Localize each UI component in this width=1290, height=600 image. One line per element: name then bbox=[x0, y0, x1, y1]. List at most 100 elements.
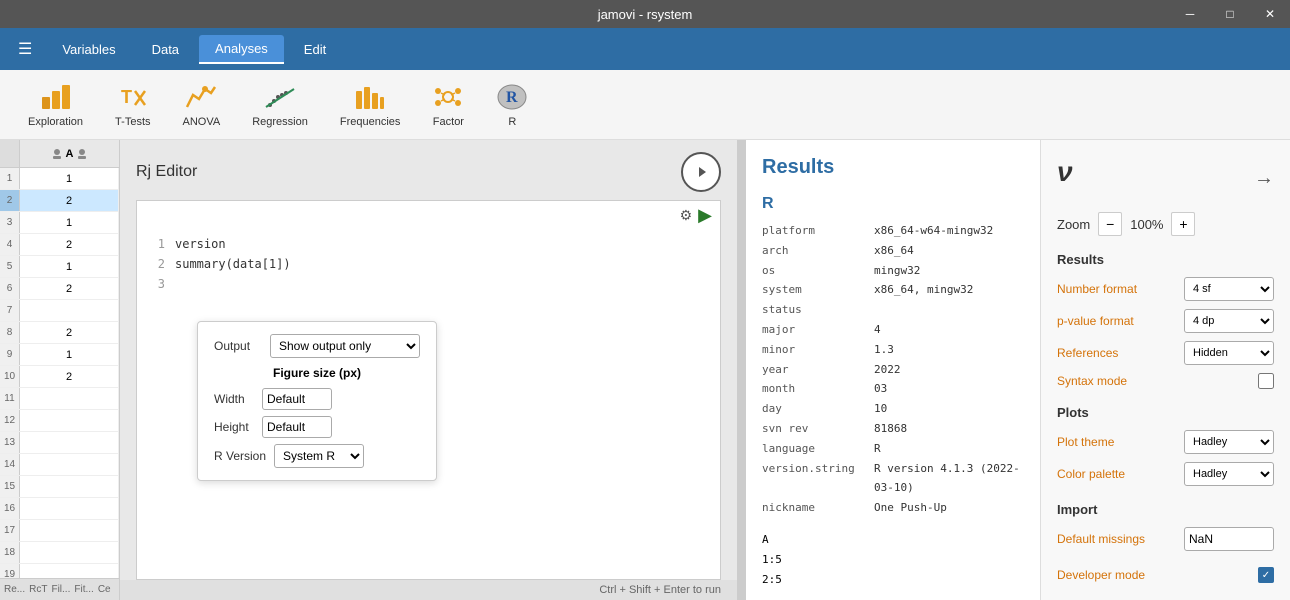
default-missings-input[interactable] bbox=[1184, 527, 1274, 551]
plots-section-title: Plots bbox=[1057, 405, 1274, 420]
bottom-tab-rct[interactable]: RcT bbox=[29, 584, 47, 595]
table-row[interactable]: 42 bbox=[0, 234, 119, 256]
table-row[interactable]: 82 bbox=[0, 322, 119, 344]
output-row: Output Show output only Show code and ou… bbox=[214, 334, 420, 358]
toolbar-factor[interactable]: Factor bbox=[420, 75, 476, 134]
developer-mode-checkbox[interactable]: ✓ bbox=[1258, 567, 1274, 583]
table-row[interactable]: 62 bbox=[0, 278, 119, 300]
spreadsheet-header: A bbox=[0, 140, 119, 168]
tab-analyses[interactable]: Analyses bbox=[199, 35, 284, 64]
list-item: month03 bbox=[762, 379, 1024, 399]
editor-panel: Rj Editor ⚙ ▶ 1 version 2 summary(dat bbox=[120, 140, 737, 600]
list-item: status bbox=[762, 300, 1024, 320]
run-button[interactable]: ▶ bbox=[698, 205, 712, 226]
restore-button[interactable]: □ bbox=[1210, 0, 1250, 28]
ttests-icon: T bbox=[117, 81, 149, 113]
table-row[interactable]: 11 bbox=[0, 168, 119, 190]
tab-variables[interactable]: Variables bbox=[46, 36, 131, 63]
r-version-row: R Version System R Bundled R bbox=[214, 444, 420, 468]
table-row[interactable]: 22 bbox=[0, 190, 119, 212]
list-item: systemx86_64, mingw32 bbox=[762, 280, 1024, 300]
menu-bar: ☰ Variables Data Analyses Edit bbox=[0, 28, 1290, 70]
table-row[interactable]: 91 bbox=[0, 344, 119, 366]
list-item: version.stringR version 4.1.3 (2022-03-1… bbox=[762, 459, 1024, 499]
toolbar-exploration[interactable]: Exploration bbox=[16, 75, 95, 134]
table-row[interactable]: 31 bbox=[0, 212, 119, 234]
anova-icon bbox=[185, 81, 217, 113]
code-line: 3 bbox=[145, 274, 712, 294]
results-panel: Results R platformx86_64-w64-mingw32 arc… bbox=[745, 140, 1040, 600]
table-row[interactable]: 12 bbox=[0, 410, 119, 432]
table-row[interactable]: 13 bbox=[0, 432, 119, 454]
results-extra: A1:52:5 bbox=[762, 530, 1024, 589]
syntax-mode-row: Syntax mode bbox=[1057, 373, 1274, 389]
toolbar-anova[interactable]: ANOVA bbox=[171, 75, 233, 134]
table-row[interactable]: 51 bbox=[0, 256, 119, 278]
vertical-divider[interactable] bbox=[737, 140, 745, 600]
bottom-tab-fil[interactable]: Fil... bbox=[51, 584, 70, 595]
developer-mode-row: Developer mode ✓ bbox=[1057, 567, 1274, 583]
toolbar-ttests[interactable]: T T-Tests bbox=[103, 75, 162, 134]
minimize-button[interactable]: ─ bbox=[1170, 0, 1210, 28]
toolbar-frequencies[interactable]: Frequencies bbox=[328, 75, 413, 134]
app-logo: ν bbox=[1057, 156, 1073, 188]
toolbar-r[interactable]: R R bbox=[484, 75, 540, 134]
list-item: minor1.3 bbox=[762, 340, 1024, 360]
run-circle-button[interactable] bbox=[681, 152, 721, 192]
right-sidebar: ν → Zoom − 100% + Results Number format … bbox=[1040, 140, 1290, 600]
toolbar: Exploration T T-Tests ANOVA bbox=[0, 70, 1290, 140]
table-row[interactable]: 17 bbox=[0, 520, 119, 542]
list-item: languageR bbox=[762, 439, 1024, 459]
editor-inner-toolbar: ⚙ ▶ bbox=[137, 201, 720, 230]
plot-theme-select[interactable]: Hadley Default bbox=[1184, 430, 1274, 454]
import-section: Import Default missings bbox=[1057, 502, 1274, 551]
zoom-plus-button[interactable]: + bbox=[1171, 212, 1195, 236]
r-version-select[interactable]: System R Bundled R bbox=[274, 444, 364, 468]
import-section-title: Import bbox=[1057, 502, 1274, 517]
zoom-minus-button[interactable]: − bbox=[1098, 212, 1122, 236]
spreadsheet-panel: A 11 22 31 42 51 62 7 82 91 102 11 12 13… bbox=[0, 140, 120, 600]
r-label: R bbox=[508, 116, 516, 128]
code-editor[interactable]: 1 version 2 summary(data[1]) 3 bbox=[137, 230, 720, 298]
table-row[interactable]: 7 bbox=[0, 300, 119, 322]
bottom-tab-ce[interactable]: Ce bbox=[98, 584, 111, 595]
toolbar-regression[interactable]: Regression bbox=[240, 75, 320, 134]
number-format-select[interactable]: 4 sf 2 sf 3 sf bbox=[1184, 277, 1274, 301]
results-settings-section: Results Number format 4 sf 2 sf 3 sf p-v… bbox=[1057, 252, 1274, 389]
bottom-tab-fit[interactable]: Fit... bbox=[74, 584, 93, 595]
width-input[interactable] bbox=[262, 388, 332, 410]
anova-label: ANOVA bbox=[183, 116, 221, 128]
bottom-tab-re[interactable]: Re... bbox=[4, 584, 25, 595]
tab-data[interactable]: Data bbox=[136, 36, 195, 63]
syntax-mode-checkbox[interactable] bbox=[1258, 373, 1274, 389]
gear-icon[interactable]: ⚙ bbox=[680, 207, 693, 224]
hamburger-menu[interactable]: ☰ bbox=[8, 33, 42, 65]
default-missings-label: Default missings bbox=[1057, 532, 1145, 546]
zoom-control: Zoom − 100% + bbox=[1057, 212, 1274, 236]
height-input[interactable] bbox=[262, 416, 332, 438]
close-button[interactable]: ✕ bbox=[1250, 0, 1290, 28]
col-a-header[interactable]: A bbox=[20, 140, 119, 167]
p-value-format-select[interactable]: 4 dp 2 dp 3 dp bbox=[1184, 309, 1274, 333]
developer-mode-label: Developer mode bbox=[1057, 568, 1145, 582]
fig-size-title: Figure size (px) bbox=[214, 366, 420, 380]
references-select[interactable]: Hidden Shown bbox=[1184, 341, 1274, 365]
color-palette-select[interactable]: Hadley Default bbox=[1184, 462, 1274, 486]
output-select[interactable]: Show output only Show code and output Sh… bbox=[270, 334, 420, 358]
table-row[interactable]: 19 bbox=[0, 564, 119, 578]
table-row[interactable]: 15 bbox=[0, 476, 119, 498]
table-row[interactable]: 16 bbox=[0, 498, 119, 520]
tab-edit[interactable]: Edit bbox=[288, 36, 342, 63]
editor-title: Rj Editor bbox=[136, 163, 197, 181]
col-a-icon bbox=[50, 147, 64, 161]
table-row[interactable]: 18 bbox=[0, 542, 119, 564]
plots-section: Plots Plot theme Hadley Default Color pa… bbox=[1057, 405, 1274, 486]
table-row[interactable]: 14 bbox=[0, 454, 119, 476]
title-bar: jamovi - rsystem ─ □ ✕ bbox=[0, 0, 1290, 28]
table-row[interactable]: 11 bbox=[0, 388, 119, 410]
sidebar-arrow-icon[interactable]: → bbox=[1254, 167, 1274, 190]
table-row[interactable]: 102 bbox=[0, 366, 119, 388]
code-line: 2 summary(data[1]) bbox=[145, 254, 712, 274]
p-value-format-row: p-value format 4 dp 2 dp 3 dp bbox=[1057, 309, 1274, 333]
ttests-label: T-Tests bbox=[115, 116, 150, 128]
